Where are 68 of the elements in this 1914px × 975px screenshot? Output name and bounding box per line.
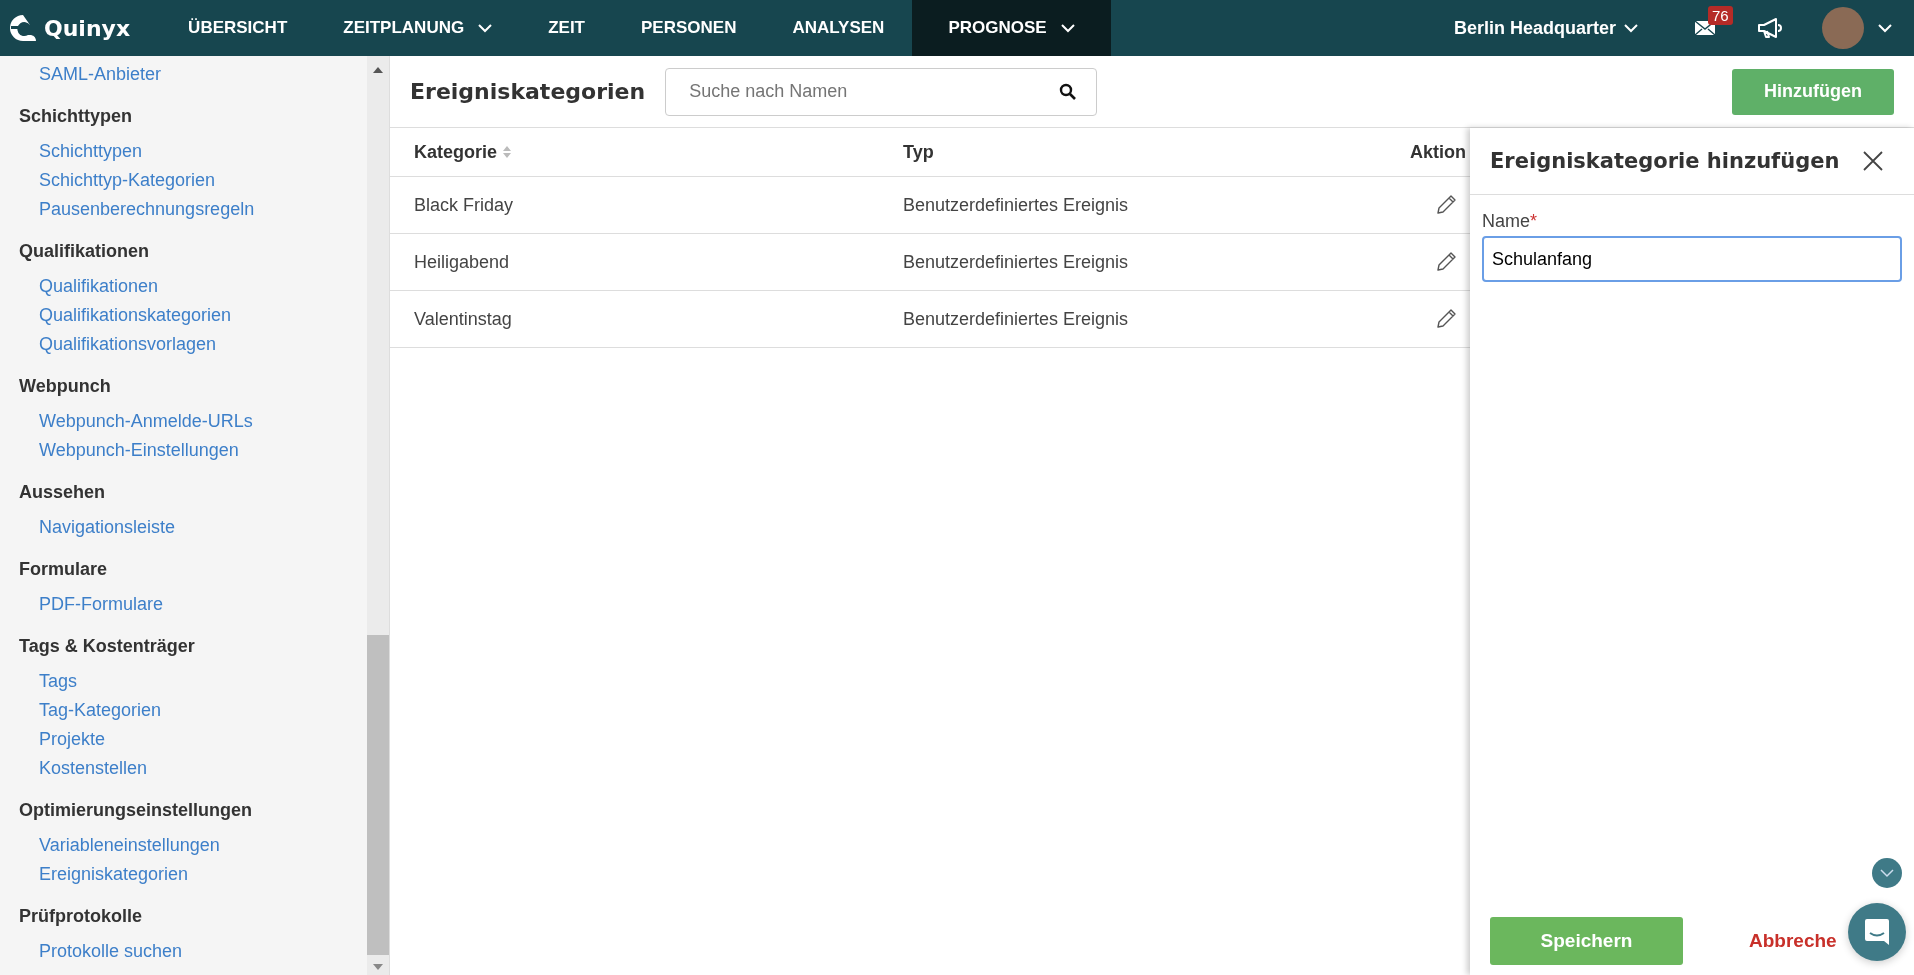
logo-icon [8,13,38,43]
nav-tab[interactable]: ZEIT [520,0,613,56]
sidebar-link[interactable]: Qualifikationskategorien [19,301,232,330]
sidebar-section-title: Webpunch [19,376,112,397]
sidebar-link[interactable]: Schichttypen [19,137,143,166]
chevron-down-icon[interactable] [1878,23,1892,33]
nav-tab[interactable]: ANALYSEN [764,0,913,56]
sidebar-link[interactable]: Qualifikationen [19,272,159,301]
sidebar-link[interactable]: Kostenstellen [19,754,148,783]
pencil-icon[interactable] [1434,193,1458,217]
chevron-down-icon [1624,23,1638,33]
close-icon[interactable] [1862,150,1884,172]
message-count-badge: 76 [1708,6,1733,25]
sidebar-link[interactable]: Protokolle suchen [19,937,183,966]
column-header: Typ [903,141,934,163]
table-cell: Benutzerdefiniertes Ereignis [903,251,1129,273]
sidebar-link[interactable]: Variableneinstellungen [19,831,220,860]
nav-tab[interactable]: PERSONEN [613,0,765,56]
cancel-button[interactable]: Abbreche [1749,930,1837,952]
sidebar-link[interactable]: Webpunch-Anmelde-URLs [19,407,253,436]
sidebar-link[interactable]: Schichttyp-Kategorien [19,166,216,195]
pencil-icon[interactable] [1434,307,1458,331]
scroll-up-arrow-icon[interactable] [372,66,384,74]
page-title: Ereigniskategorien [410,79,646,104]
search-icon [1059,82,1078,101]
location-selector[interactable]: Berlin Headquarter [1447,16,1644,40]
logo-text[interactable]: Quinyx [44,15,131,41]
sidebar-link[interactable]: Pausenberechnungsregeln [19,195,255,224]
sidebar-section-title: Schichttypen [19,106,134,127]
sidebar-link[interactable]: SAML-Anbieter [19,60,162,89]
table-cell: Benutzerdefiniertes Ereignis [903,194,1129,216]
sidebar-link[interactable]: Qualifikationsvorlagen [19,330,217,359]
sidebar-section-title: Qualifikationen [19,241,151,262]
chat-bubble-icon [1864,918,1890,946]
name-input-field[interactable]: Schulanfang [1482,236,1902,282]
panel-title: Ereigniskategorie hinzufügen [1490,149,1840,173]
sidebar-link[interactable]: Ereigniskategorien [19,860,189,889]
scrollbar-thumb[interactable] [367,635,389,955]
add-button[interactable]: Hinzufügen [1732,68,1894,115]
scrollbar[interactable] [367,56,389,975]
field-label: Name* [1482,211,1539,232]
sidebar-link[interactable]: Navigationsleiste [19,513,176,542]
sidebar-section-title: Aussehen [19,482,107,503]
sidebar-section-title: Formulare [19,559,109,580]
sidebar-link[interactable]: Tag-Kategorien [19,696,162,725]
save-button[interactable]: Speichern [1490,917,1683,965]
nav-tab[interactable]: PROGNOSE [912,0,1111,56]
pencil-icon[interactable] [1434,250,1458,274]
nav-tab[interactable]: ZEITPLANUNG [315,0,521,56]
search-field[interactable]: Suche nach Namen [665,67,1098,116]
column-header[interactable]: Kategorie [414,141,498,163]
table-cell: Benutzerdefiniertes Ereignis [903,308,1129,330]
sidebar-link[interactable]: Webpunch-Einstellungen [19,436,239,465]
sidebar-section-title: Prüfprotokolle [19,906,143,927]
column-header: Aktion [1410,141,1466,163]
sidebar-link[interactable]: PDF-Formulare [19,590,163,619]
envelope-icon[interactable] [1694,20,1716,36]
scroll-down-arrow-icon[interactable] [372,963,384,971]
megaphone-icon[interactable] [1756,17,1782,39]
nav-tab[interactable]: ÜBERSICHT [160,0,316,56]
table-cell: Heiligabend [414,251,510,273]
sidebar-link[interactable]: Tags [19,667,78,696]
table-cell: Black Friday [414,194,514,216]
sidebar-section-title: Tags & Kostenträger [19,636,196,657]
chevron-down-icon [1880,868,1894,878]
sidebar-section-title: Optimierungseinstellungen [19,800,254,821]
table-cell: Valentinstag [414,308,512,330]
sidebar-link[interactable]: Projekte [19,725,106,754]
